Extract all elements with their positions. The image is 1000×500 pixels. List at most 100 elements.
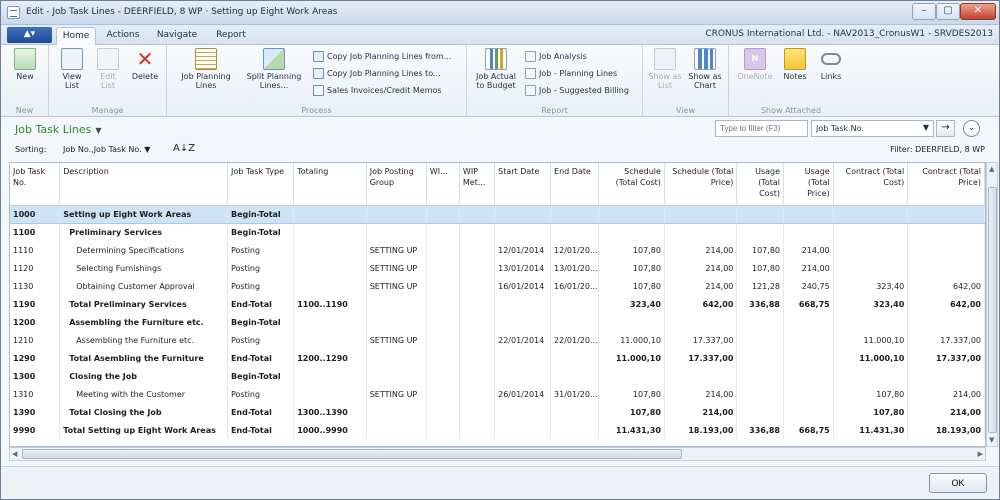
cell-con_price[interactable] — [907, 313, 985, 331]
cell-start[interactable] — [494, 223, 552, 241]
cell-wip[interactable] — [459, 313, 496, 331]
cell-wi[interactable] — [426, 295, 460, 313]
cell-no[interactable]: 1390 — [10, 403, 61, 421]
cell-totaling[interactable] — [293, 259, 367, 277]
cell-start[interactable] — [494, 313, 552, 331]
col-job-task-no[interactable]: Job Task No. — [10, 163, 61, 206]
sorting-select[interactable]: Job No.,Job Task No. ▼ — [63, 145, 150, 154]
cell-sch_cost[interactable]: 107,80 — [598, 277, 665, 295]
cell-type[interactable]: Begin-Total — [227, 205, 295, 224]
job-suggested-billing-button[interactable]: Job - Suggested Billing — [525, 84, 629, 97]
cell-use_cost[interactable] — [736, 205, 784, 224]
scroll-up-icon[interactable]: ▲ — [989, 165, 994, 173]
cell-con_cost[interactable]: 323,40 — [833, 295, 909, 313]
cell-use_price[interactable] — [783, 385, 834, 403]
cell-desc[interactable]: Assembling the Furniture etc. — [59, 313, 228, 331]
cell-wip[interactable] — [459, 385, 496, 403]
cell-end[interactable] — [550, 295, 599, 313]
cell-group[interactable]: SETTING UP — [366, 259, 427, 277]
cell-desc[interactable]: Assembling the Furniture etc. — [59, 331, 228, 349]
cell-sch_cost[interactable]: 11.000,10 — [598, 349, 665, 367]
cell-end[interactable] — [550, 403, 599, 421]
cell-end[interactable] — [550, 421, 599, 439]
cell-use_price[interactable]: 668,75 — [783, 295, 834, 313]
cell-end[interactable]: 22/01/20... — [550, 331, 599, 349]
cell-group[interactable]: SETTING UP — [366, 241, 427, 259]
col-job-posting-group[interactable]: Job Posting Group — [366, 163, 427, 206]
cell-start[interactable] — [494, 403, 552, 421]
cell-use_cost[interactable] — [736, 367, 784, 385]
cell-desc[interactable]: Closing the Job — [59, 367, 228, 385]
cell-type[interactable]: Begin-Total — [227, 367, 295, 385]
cell-use_cost[interactable]: 107,80 — [736, 259, 784, 277]
cell-con_cost[interactable]: 11.000,10 — [833, 331, 909, 349]
col-usage-total-cost[interactable]: Usage (Total Cost) — [736, 163, 784, 206]
cell-start[interactable]: 26/01/2014 — [494, 385, 552, 403]
cell-start[interactable] — [494, 367, 552, 385]
horizontal-scroll-thumb[interactable] — [22, 449, 682, 459]
cell-group[interactable] — [366, 295, 427, 313]
cell-wi[interactable] — [426, 403, 460, 421]
cell-start[interactable]: 22/01/2014 — [494, 331, 552, 349]
cell-con_price[interactable]: 17.337,00 — [907, 331, 985, 349]
cell-desc[interactable]: Total Preliminary Services — [59, 295, 228, 313]
cell-sch_price[interactable] — [664, 205, 738, 224]
cell-no[interactable]: 1210 — [10, 331, 61, 349]
edit-list-button[interactable]: Edit List — [93, 48, 123, 90]
job-analysis-button[interactable]: Job Analysis — [525, 50, 587, 63]
cell-con_cost[interactable] — [833, 223, 909, 241]
cell-no[interactable]: 1110 — [10, 241, 61, 259]
table-row[interactable]: 1210 Assembling the Furniture etc. Posting… — [10, 331, 985, 349]
cell-end[interactable]: 31/01/20... — [550, 385, 599, 403]
table-row[interactable]: 1310 Meeting with the Customer Posting SETT… — [10, 385, 985, 403]
cell-start[interactable]: 12/01/2014 — [494, 241, 552, 259]
cell-start[interactable] — [494, 421, 552, 439]
minimize-button[interactable]: – — [912, 3, 936, 20]
copy-lines-from-button[interactable]: Copy Job Planning Lines from... — [313, 50, 451, 63]
cell-desc[interactable]: Meeting with the Customer — [59, 385, 228, 403]
cell-sch_price[interactable]: 214,00 — [664, 241, 738, 259]
cell-no[interactable]: 1000 — [10, 205, 61, 224]
cell-totaling[interactable] — [293, 223, 367, 241]
cell-sch_cost[interactable]: 11.431,30 — [598, 421, 665, 439]
cell-use_price[interactable]: 240,75 — [783, 277, 834, 295]
cell-group[interactable] — [366, 349, 427, 367]
links-button[interactable]: Links — [815, 48, 847, 81]
cell-totaling[interactable]: 1200..1290 — [293, 349, 367, 367]
table-row[interactable]: 1100 Preliminary Services Begin-Total — [10, 223, 985, 241]
table-row[interactable]: 1390 Total Closing the Job End-Total 1300..… — [10, 403, 985, 421]
cell-totaling[interactable] — [293, 313, 367, 331]
cell-sch_price[interactable]: 214,00 — [664, 259, 738, 277]
scroll-right-icon[interactable]: ▶ — [978, 450, 983, 458]
cell-wip[interactable] — [459, 241, 496, 259]
cell-start[interactable] — [494, 295, 552, 313]
cell-type[interactable]: Posting — [227, 259, 295, 277]
cell-desc[interactable]: Total Asembling the Furniture — [59, 349, 228, 367]
cell-wip[interactable] — [459, 331, 496, 349]
cell-con_cost[interactable] — [833, 241, 909, 259]
cell-con_cost[interactable]: 107,80 — [833, 403, 909, 421]
cell-wip[interactable] — [459, 223, 496, 241]
cell-use_price[interactable] — [783, 349, 834, 367]
cell-wip[interactable] — [459, 349, 496, 367]
cell-use_cost[interactable] — [736, 331, 784, 349]
cell-totaling[interactable] — [293, 241, 367, 259]
cell-use_price[interactable]: 214,00 — [783, 259, 834, 277]
split-planning-lines-button[interactable]: Split Planning Lines... — [241, 48, 307, 90]
cell-desc[interactable]: Preliminary Services — [59, 223, 228, 241]
cell-con_cost[interactable]: 11.000,10 — [833, 349, 909, 367]
tab-actions[interactable]: Actions — [101, 27, 145, 45]
cell-type[interactable]: End-Total — [227, 349, 295, 367]
cell-wi[interactable] — [426, 205, 460, 224]
cell-no[interactable]: 1290 — [10, 349, 61, 367]
col-usage-total-price[interactable]: Usage (Total Price) — [783, 163, 834, 206]
vertical-scrollbar[interactable]: ▲ ▼ — [986, 162, 998, 447]
job-planning-lines-report-button[interactable]: Job - Planning Lines — [525, 67, 617, 80]
onenote-button[interactable]: N OneNote — [733, 48, 777, 81]
copy-lines-to-button[interactable]: Copy Job Planning Lines to... — [313, 67, 441, 80]
cell-use_cost[interactable]: 336,88 — [736, 421, 784, 439]
delete-button[interactable]: ✕ Delete — [129, 48, 161, 81]
show-as-list-button[interactable]: Show as List — [647, 48, 683, 90]
cell-start[interactable]: 16/01/2014 — [494, 277, 552, 295]
cell-start[interactable]: 13/01/2014 — [494, 259, 552, 277]
